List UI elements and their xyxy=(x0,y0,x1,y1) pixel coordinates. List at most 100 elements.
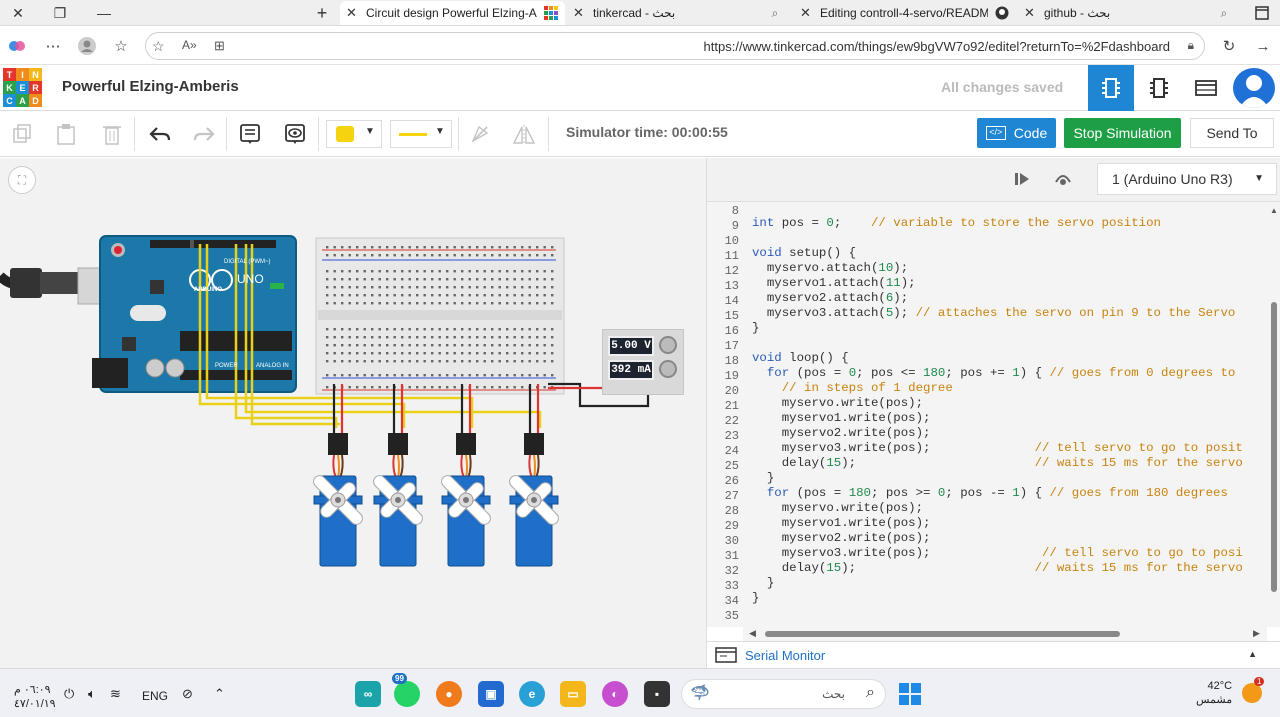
chevron-down-icon: ▼ xyxy=(365,126,375,137)
code-line-26: for (pos = 180; pos >= 0; pos -= 1) { //… xyxy=(766,486,1228,500)
servo-motor[interactable] xyxy=(300,433,376,567)
lock-icon[interactable]: 🔒︎ xyxy=(1188,38,1194,53)
add-favorite-icon[interactable]: ☆ xyxy=(152,38,165,55)
expand-icon[interactable]: ▲ xyxy=(1248,649,1257,659)
favorites-icon[interactable]: ☆ xyxy=(110,35,132,57)
code-panel-header: 1 (Arduino Uno R3) ▼ xyxy=(707,158,1280,202)
color-picker[interactable]: ▼ xyxy=(326,120,382,148)
notes-icon[interactable] xyxy=(236,120,264,148)
delete-icon[interactable] xyxy=(98,120,126,148)
close-window-icon[interactable]: ✕ xyxy=(4,2,32,24)
circuit-view-button[interactable] xyxy=(1088,65,1134,111)
serial-monitor-label[interactable]: Serial Monitor xyxy=(745,648,825,663)
terminal-icon[interactable]: ▪ xyxy=(644,681,670,707)
horizontal-scroll-thumb[interactable] xyxy=(765,631,1120,637)
code-line-25: } xyxy=(752,471,775,485)
toolbar-divider xyxy=(318,117,319,151)
annotation-visibility-icon[interactable] xyxy=(281,120,309,148)
forward-icon[interactable]: → xyxy=(1252,35,1274,57)
code-editor[interactable]: 8 9 10 11 12 13 14 15 16 17 18 19 20 21 22 23 24 25 26 27 28… xyxy=(707,202,1267,627)
read-aloud-icon[interactable]: A» xyxy=(182,38,197,52)
line-number: 12 xyxy=(724,264,739,278)
tab-circuit-design[interactable]: ✕ Circuit design Powerful Elzing-Am xyxy=(340,1,565,25)
close-tab-icon[interactable]: ✕ xyxy=(573,5,589,21)
volume-icon[interactable]: 🔈︎ xyxy=(88,686,96,702)
show-hidden-icons[interactable]: ⌃ xyxy=(214,686,225,702)
tab-tinkercad-search[interactable]: ✕ tinkercad - بحث ⌕ xyxy=(567,1,789,25)
breadboard[interactable] xyxy=(315,237,565,395)
stop-simulation-button[interactable]: Stop Simulation xyxy=(1064,118,1181,148)
schematic-icon xyxy=(1150,78,1168,98)
vertical-scroll-thumb[interactable] xyxy=(1271,302,1277,592)
edge-icon[interactable]: e xyxy=(519,681,545,707)
tab-github-search[interactable]: ✕ github - بحث ⌕ xyxy=(1018,1,1238,25)
servo-motor[interactable] xyxy=(496,433,572,567)
copy-icon[interactable] xyxy=(8,120,36,148)
send-to-button[interactable]: Send To xyxy=(1190,118,1274,148)
serial-monitor-bar[interactable]: Serial Monitor ▲ xyxy=(707,641,1280,668)
meet-now-icon[interactable]: ⊘ xyxy=(182,686,193,702)
copilot-icon[interactable] xyxy=(6,35,28,57)
tinkercad-logo[interactable]: T I N K E R C A D xyxy=(3,68,43,108)
step-forward-icon[interactable] xyxy=(1013,170,1031,191)
vertical-scrollbar[interactable]: ▲ xyxy=(1267,202,1280,627)
wire-type-picker[interactable]: ▼ xyxy=(390,120,452,148)
more-options-icon[interactable]: ⋯ xyxy=(42,35,64,57)
file-explorer-icon[interactable]: ▭ xyxy=(560,681,586,707)
voltage-knob[interactable] xyxy=(659,336,677,354)
whatsapp-icon[interactable]: 99 xyxy=(392,673,420,707)
windows-taskbar: ٠٦:٠٩ م ٤٧/٠١/١٩ ⏻ 🔈︎ ≋ ENG ⊘ ⌃ ∞ 99 ● ▣… xyxy=(0,668,1280,717)
code-line-8: int pos = 0; // variable to store the se… xyxy=(752,216,1161,230)
clock[interactable]: ٠٦:٠٩ م ٤٧/٠١/١٩ xyxy=(14,683,56,711)
servo-motor[interactable] xyxy=(360,433,436,567)
app-available-icon[interactable]: ⊞ xyxy=(214,38,225,54)
schematic-view-button[interactable] xyxy=(1136,65,1182,111)
refresh-icon[interactable]: ↻ xyxy=(1218,35,1240,57)
restore-window-icon[interactable]: ❐ xyxy=(46,2,74,24)
close-tab-icon[interactable]: ✕ xyxy=(800,5,816,21)
device-select[interactable]: 1 (Arduino Uno R3) ▼ xyxy=(1097,163,1277,195)
servo-motor[interactable] xyxy=(428,433,504,567)
start-button[interactable] xyxy=(897,681,923,707)
scroll-right-icon[interactable]: ▶ xyxy=(1253,628,1260,639)
profile-icon[interactable] xyxy=(76,35,98,57)
wifi-icon[interactable]: ≋ xyxy=(110,686,121,702)
scroll-up-icon[interactable]: ▲ xyxy=(1270,206,1278,215)
code-line-24: delay(15); // waits 15 ms for the servo xyxy=(752,456,1243,470)
arduino-ide-icon[interactable]: ∞ xyxy=(355,681,381,707)
code-button[interactable]: </> Code xyxy=(977,118,1056,148)
line-number: 14 xyxy=(724,294,739,308)
language-indicator[interactable]: ENG xyxy=(142,689,168,703)
close-tab-icon[interactable]: ✕ xyxy=(1024,5,1040,21)
project-name[interactable]: Powerful Elzing-Amberis xyxy=(62,78,239,95)
blender-icon[interactable]: ● xyxy=(436,681,462,707)
url-field[interactable]: ☆ A» ⊞ https://www.tinkercad.com/things/… xyxy=(145,32,1205,60)
horizontal-scrollbar[interactable]: ◀ ▶ xyxy=(743,627,1267,641)
redo-icon[interactable] xyxy=(190,120,218,148)
tab-actions-icon[interactable] xyxy=(1248,2,1276,24)
close-tab-icon[interactable]: ✕ xyxy=(346,5,362,21)
servo-motors[interactable] xyxy=(300,433,572,567)
component-list-button[interactable] xyxy=(1183,65,1229,111)
power-supply[interactable]: 5.00 V 392 mA xyxy=(602,329,684,395)
line-number: 29 xyxy=(724,519,739,533)
network-status-icon[interactable]: ⏻ xyxy=(64,686,74,702)
paste-icon[interactable] xyxy=(52,120,80,148)
minimize-window-icon[interactable]: — xyxy=(90,2,118,24)
circuit-canvas[interactable]: ⛶ 5.00 V 392 mA DIGITAL (PWM~) ARDUINO U… xyxy=(0,158,706,668)
weather-widget[interactable]: 42°C مشمس xyxy=(1196,679,1232,707)
tab-editing-readme[interactable]: ✕ Editing controll-4-servo/README xyxy=(794,1,1016,25)
code-line-15: } xyxy=(752,321,760,335)
new-tab-icon[interactable]: + xyxy=(308,2,336,24)
current-knob[interactable] xyxy=(659,360,677,378)
line-number: 17 xyxy=(724,339,739,353)
store-icon[interactable]: ▣ xyxy=(478,681,504,707)
undo-icon[interactable] xyxy=(146,120,174,148)
taskbar-search[interactable]: 🦈︎ بحث ⌕ xyxy=(681,679,886,709)
copilot-taskbar-icon[interactable]: ◐ xyxy=(602,681,628,707)
scroll-left-icon[interactable]: ◀ xyxy=(749,628,756,639)
debugger-icon[interactable] xyxy=(1053,170,1073,191)
flip-icon[interactable] xyxy=(510,120,538,148)
rotate-icon[interactable] xyxy=(466,120,494,148)
user-avatar[interactable] xyxy=(1233,68,1275,108)
